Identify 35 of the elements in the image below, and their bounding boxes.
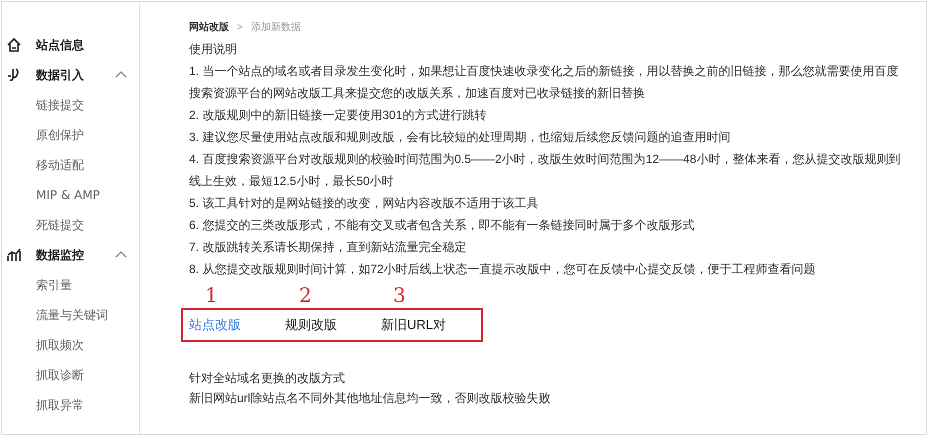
sidebar-item[interactable]: 抓取诊断 — [2, 360, 139, 390]
bar-chart-icon — [6, 247, 22, 263]
sidebar-item[interactable]: 索引量 — [2, 270, 139, 300]
sidebar-item[interactable]: 移动适配 — [2, 150, 139, 180]
instruction-text: 2. 改版规则中的新旧链接一定要使用301的方式进行跳转 — [189, 107, 488, 124]
annotation-number: 2 — [299, 282, 313, 308]
breadcrumb-link[interactable]: 网站改版 — [189, 20, 229, 34]
instruction-text: 4. 百度搜索资源平台对改版规则的校验时间范围为0.5——2小时，改版生效时间范围为12——48小时，整体来看，您从提交改版规则到线上生效，最短12.5小时，最长50小时 — [189, 151, 901, 190]
tab[interactable]: 站点改版 — [189, 316, 283, 334]
sidebar-group-title[interactable]: 数据监控 — [36, 246, 113, 264]
breadcrumb-separator: > — [237, 22, 243, 32]
sidebar-group-title[interactable]: 站点信息 — [36, 36, 139, 54]
home-icon — [6, 37, 22, 53]
sidebar-item[interactable]: 链接提交 — [2, 90, 139, 120]
sidebar-group-title[interactable]: 数据引入 — [36, 66, 113, 84]
sidebar-item[interactable]: 抓取频次 — [2, 330, 139, 360]
sidebar-item[interactable]: 原创保护 — [2, 120, 139, 150]
instructions-heading: 使用说明 — [189, 41, 238, 58]
annotation-number: 3 — [393, 282, 407, 308]
annotation-number: 1 — [205, 282, 219, 308]
tab[interactable]: 新旧URL对 — [381, 316, 475, 334]
instruction-text: 3. 建议您尽量使用站点改版和规则改版，会有比较短的处理周期，也缩短后续您反馈问题的追查用时间 — [189, 129, 732, 146]
instruction-text: 7. 改版跳转关系请长期保持，直到新站流量完全稳定 — [189, 239, 468, 256]
instruction-text: 1. 当一个站点的域名或者目录发生变化时，如果想让百度快速收录变化之后的新链接，用以替换之前的旧链接，那么您就需要使用百度搜索资源平台的网站改版工具来提交您的改版关系，加速百度对已收录链接的新旧替换 — [189, 63, 900, 102]
tab[interactable]: 规则改版 — [285, 316, 379, 334]
sidebar-item[interactable]: 抓取异常 — [2, 390, 139, 420]
sidebar-item[interactable]: MIP & AMP — [2, 180, 139, 210]
instruction-text: 6. 您提交的三类改版形式，不能有交叉或者包含关系，即不能有一条链接同时属于多个改版形式 — [189, 217, 696, 234]
description-text: 针对全站域名更换的改版方式 — [189, 370, 346, 387]
sidebar-item[interactable]: 死链提交 — [2, 210, 139, 240]
sidebar-item[interactable]: 流量与关键词 — [2, 300, 139, 330]
description-text: 新旧网站url除站点名不同外其他地址信息均一致，否则改版校验失败 — [189, 390, 552, 407]
instruction-text: 8. 从您提交改版规则时间计算，如72小时后线上状态一直提示改版中，您可在反馈中心提交反馈，便于工程师查看问题 — [189, 261, 817, 278]
breadcrumb-current: 添加新数据 — [250, 20, 301, 34]
instruction-text: 5. 该工具针对的是网站链接的改变，网站内容改版不适用于该工具 — [189, 195, 540, 212]
